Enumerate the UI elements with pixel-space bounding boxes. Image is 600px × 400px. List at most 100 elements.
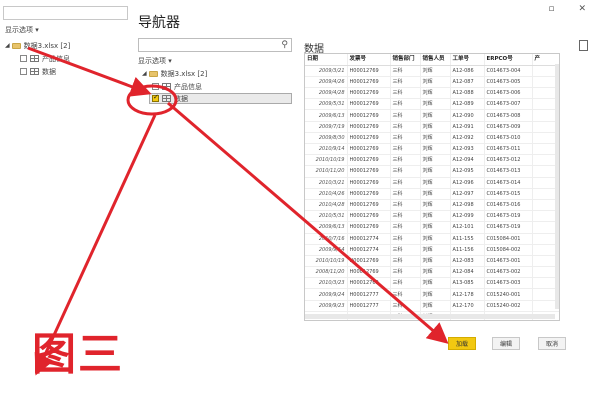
table-cell: A12-097 — [450, 188, 485, 200]
table-cell: 刘辉 — [420, 244, 451, 256]
restore-icon[interactable]: ▫ — [548, 4, 554, 14]
checkbox[interactable] — [20, 55, 27, 62]
table-cell: A12-088 — [450, 87, 485, 100]
table-cell: 刘辉 — [420, 233, 451, 245]
cancel-button[interactable]: 取消 — [538, 337, 566, 350]
table-cell: 2008/11/20 — [305, 266, 348, 279]
window-controls: ▫ ✕ — [548, 4, 586, 14]
table-cell: 三科 — [390, 300, 421, 312]
table-cell: 三科 — [390, 244, 421, 256]
table-cell: 2009/9/23 — [305, 300, 348, 312]
expand-arrow-icon[interactable]: ◢ — [5, 42, 10, 49]
left-tree-item-data[interactable]: 数据 — [20, 66, 56, 77]
table-row: 2010/3/21 H00012769 三科 刘辉 A12-096 C014673-014 — [305, 177, 559, 189]
table-cell: C015084-002 — [484, 244, 533, 256]
table-cell: 刘辉 — [420, 255, 451, 268]
checkbox[interactable] — [20, 68, 27, 75]
table-cell: C014673-008 — [484, 109, 533, 122]
left-item-label: 数据 — [42, 67, 56, 76]
table-cell: H00012769 — [347, 132, 391, 145]
table-cell: 2010/10/19 — [305, 255, 348, 268]
table-cell: 2010/4/26 — [305, 188, 348, 200]
search-icon[interactable]: ⚲ — [281, 40, 288, 50]
table-cell: 刘辉 — [420, 177, 451, 189]
table-cell: 刘辉 — [420, 165, 451, 178]
load-button[interactable]: 加载 — [448, 337, 476, 350]
table-cell: 三科 — [390, 210, 421, 223]
navigator-tree-file[interactable]: ◢ 数据3.xlsx [2] — [142, 68, 207, 79]
column-header[interactable]: 发票号 — [347, 54, 391, 66]
table-icon — [162, 95, 171, 102]
table-cell: 刘辉 — [420, 143, 451, 156]
table-cell: 刘辉 — [420, 266, 451, 279]
table-cell: 三科 — [390, 233, 421, 245]
table-cell: 2009/9/24 — [305, 288, 348, 301]
left-file-label: 数据3.xlsx [2] — [23, 41, 71, 50]
preview-grid[interactable]: 日期 发票号 销售部门 销售人员 工单号 ERPCO号产 2009/3/21 H000127… — [304, 53, 560, 321]
close-icon[interactable]: ✕ — [578, 4, 586, 14]
table-cell: A12-170 — [450, 300, 485, 312]
table-cell: H00012769 — [347, 177, 391, 189]
table-row: 2009/4/28 H00012769 三科 刘辉 A12-088 C014673-006 — [305, 87, 559, 100]
checkbox[interactable] — [152, 83, 159, 90]
table-cell: H00012769 — [347, 266, 391, 279]
table-cell: 2010/5/31 — [305, 210, 348, 223]
navigator-item-label: 数据 — [174, 94, 188, 103]
table-cell: A11-156 — [450, 244, 485, 256]
column-header[interactable]: 工单号 — [450, 54, 485, 66]
table-cell: 2009/4/28 — [305, 87, 348, 100]
column-header[interactable]: 日期 — [305, 54, 348, 66]
vertical-scrollbar[interactable] — [555, 64, 559, 309]
navigator-display-options[interactable]: 显示选项 ▾ — [138, 56, 172, 66]
table-row: 2009/9/14 H00012774 三科 刘辉 A11-156 C015084-002 — [305, 244, 559, 256]
left-tree-file[interactable]: ◢ 数据3.xlsx [2] — [5, 40, 70, 51]
table-row: 2010/3/23 H00012769 三科 刘辉 A13-085 C014673-003 — [305, 277, 559, 290]
display-options-label: 显示选项 — [138, 57, 166, 65]
left-search-input[interactable] — [3, 6, 128, 20]
table-cell: 三科 — [390, 76, 421, 89]
table-cell: 2009/7/19 — [305, 121, 348, 133]
table-cell: 三科 — [390, 188, 421, 200]
column-header[interactable]: ERPCO号 — [484, 54, 533, 66]
table-cell: H00012769 — [347, 143, 391, 156]
table-cell: H00012769 — [347, 109, 391, 122]
table-row: 2010/11/20 H00012769 三科 刘辉 A12-095 C014673-01… — [305, 165, 559, 178]
table-cell: C014673-001 — [484, 255, 533, 268]
table-cell: 刘辉 — [420, 109, 451, 122]
table-cell: H00012769 — [347, 255, 391, 268]
table-cell: C014673-009 — [484, 121, 533, 133]
column-header[interactable]: 销售人员 — [420, 54, 451, 66]
export-icon[interactable] — [579, 40, 588, 51]
edit-button[interactable]: 编辑 — [492, 337, 520, 350]
table-cell: C014673-015 — [484, 188, 533, 200]
column-header[interactable]: 销售部门 — [390, 54, 421, 66]
navigator-item-data[interactable]: 数据 — [149, 93, 292, 104]
table-row: 2009/9/23 H00012777 三科 刘辉 A12-170 C015240-002 — [305, 300, 559, 312]
table-cell: 2010/10/19 — [305, 154, 348, 167]
checkbox-checked[interactable] — [152, 93, 159, 102]
table-cell: 三科 — [390, 154, 421, 167]
expand-arrow-icon[interactable]: ◢ — [142, 70, 147, 77]
table-cell: H00012769 — [347, 154, 391, 167]
table-icon — [30, 68, 39, 75]
table-cell: A12-090 — [450, 109, 485, 122]
table-cell: H00012769 — [347, 210, 391, 223]
table-cell: 刘辉 — [420, 121, 451, 133]
caption-text: 图三 — [32, 329, 124, 380]
navigator-item-products[interactable]: 产品信息 — [152, 81, 202, 92]
table-cell: H00012774 — [347, 233, 391, 245]
table-row: 2009/9/24 H00012777 三科 刘辉 A12-178 C015240-001 — [305, 288, 559, 301]
table-cell: 2010/7/16 — [305, 233, 348, 245]
horizontal-scrollbar[interactable] — [305, 314, 555, 319]
table-cell: C014673-007 — [484, 98, 533, 111]
table-cell: 刘辉 — [420, 132, 451, 145]
table-cell: A12-093 — [450, 143, 485, 156]
table-cell: 刘辉 — [420, 300, 451, 312]
navigator-dialog: ▫ ✕ 导航器 ⚲ 显示选项 ▾ ◢ 数据3.xlsx [2] 产品信息 数据 … — [128, 0, 600, 400]
table-cell: A11-155 — [450, 233, 485, 245]
navigator-search-input[interactable]: ⚲ — [138, 38, 292, 52]
left-tree-item-products[interactable]: 产品信息 — [20, 53, 70, 64]
table-cell: 刘辉 — [420, 277, 451, 290]
left-display-options[interactable]: 显示选项 ▾ — [5, 25, 39, 35]
table-icon — [162, 83, 171, 90]
